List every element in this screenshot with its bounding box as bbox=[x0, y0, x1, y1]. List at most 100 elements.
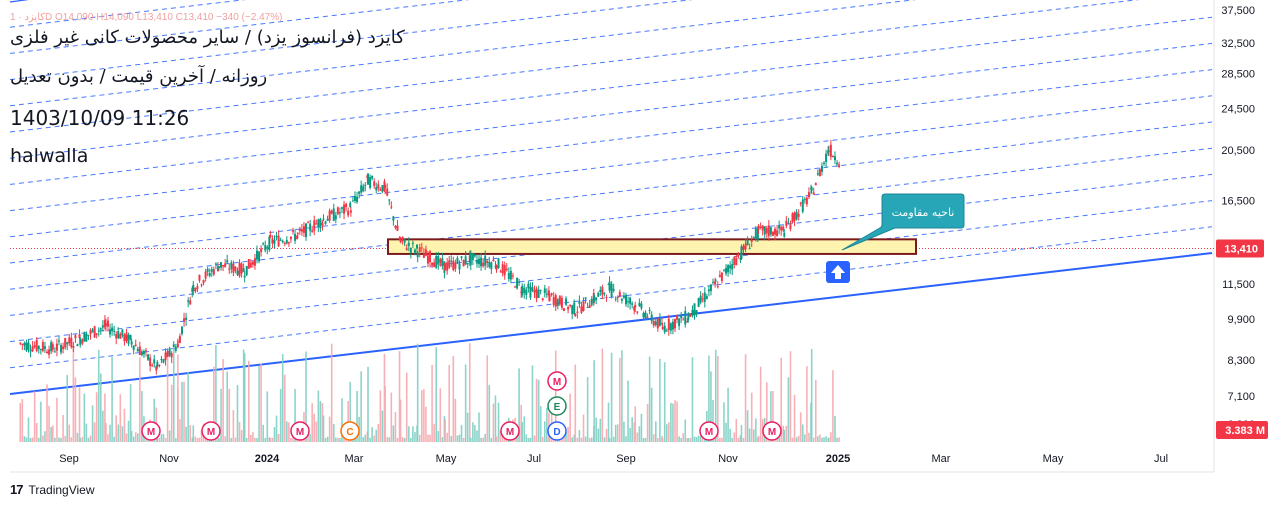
volume-bar bbox=[605, 428, 608, 442]
candle-body bbox=[117, 331, 120, 339]
volume-bar bbox=[599, 418, 602, 442]
volume-bar bbox=[160, 434, 163, 442]
candle-body bbox=[486, 261, 489, 263]
candle-body bbox=[416, 252, 419, 258]
volume-bar bbox=[759, 366, 762, 442]
candle-body bbox=[456, 257, 459, 264]
candle-body bbox=[750, 239, 753, 242]
volume-bar bbox=[488, 385, 491, 442]
candle-body bbox=[300, 229, 303, 232]
candle-body bbox=[812, 192, 815, 195]
candle-body bbox=[99, 328, 102, 330]
tradingview-branding[interactable]: 17 TradingView bbox=[10, 482, 95, 497]
candle-body bbox=[260, 248, 263, 253]
volume-bar bbox=[735, 418, 738, 442]
volume-bar bbox=[220, 388, 222, 442]
volume-bar bbox=[279, 389, 282, 442]
candle-body bbox=[336, 207, 339, 215]
volume-bar bbox=[27, 417, 30, 442]
volume-bar bbox=[410, 437, 412, 442]
candle-body bbox=[505, 268, 508, 271]
candle-body bbox=[644, 312, 647, 319]
volume-bar bbox=[283, 374, 286, 442]
candle-body bbox=[104, 323, 107, 327]
volume-bar bbox=[490, 437, 493, 442]
volume-bar bbox=[107, 434, 109, 442]
candle-body bbox=[446, 262, 449, 271]
candle-body bbox=[340, 207, 343, 209]
volume-bar bbox=[72, 348, 75, 442]
candle-body bbox=[253, 258, 256, 266]
candle-body bbox=[642, 313, 645, 318]
candle-body bbox=[516, 277, 519, 289]
candle-body bbox=[778, 224, 781, 229]
volume-bar bbox=[799, 412, 802, 442]
volume-bar bbox=[64, 435, 66, 442]
candle-body bbox=[836, 162, 839, 165]
volume-bar bbox=[266, 391, 269, 442]
candle-body bbox=[269, 235, 272, 238]
candle-body bbox=[93, 326, 96, 338]
volume-bar bbox=[185, 426, 187, 442]
volume-bar bbox=[612, 436, 615, 442]
volume-bar bbox=[375, 429, 378, 442]
candle-body bbox=[673, 319, 676, 329]
candle-body bbox=[349, 202, 352, 207]
candle-body bbox=[759, 226, 762, 228]
candle-body bbox=[460, 256, 463, 258]
volume-bar bbox=[785, 425, 788, 442]
candle-body bbox=[818, 169, 821, 177]
candle-body bbox=[111, 327, 114, 332]
candle-body bbox=[754, 228, 757, 240]
candle-body bbox=[831, 155, 834, 158]
volume-bar bbox=[271, 437, 274, 442]
candle-body bbox=[70, 337, 73, 348]
candle-body bbox=[326, 219, 329, 221]
volume-bar bbox=[636, 432, 639, 442]
volume-bar bbox=[33, 391, 36, 442]
candle-body bbox=[377, 184, 380, 189]
event-marker-m: M bbox=[547, 371, 567, 391]
candle-body bbox=[571, 305, 574, 315]
candle-body bbox=[57, 340, 60, 342]
candle-body bbox=[317, 219, 320, 228]
candle-body bbox=[521, 285, 524, 296]
candle-body bbox=[774, 228, 777, 235]
candle-body bbox=[480, 257, 483, 267]
candle-body bbox=[51, 344, 54, 350]
volume-bar bbox=[668, 422, 670, 442]
candle-body bbox=[162, 359, 165, 363]
event-marker-m: M bbox=[290, 421, 310, 441]
volume-bar bbox=[597, 428, 600, 442]
volume-bar bbox=[450, 436, 453, 442]
volume-bar bbox=[134, 432, 137, 442]
volume-bar bbox=[578, 429, 581, 442]
candle-body bbox=[132, 345, 135, 350]
candle-body bbox=[727, 264, 730, 273]
price-tick-label: 9,900 bbox=[1227, 314, 1255, 326]
candle-body bbox=[422, 253, 425, 258]
volume-bar bbox=[277, 434, 280, 442]
candle-body bbox=[714, 280, 717, 282]
volume-bar bbox=[580, 437, 583, 442]
chart-title: کایزد (فرانسوز یزد) / سایر محصولات کانی … bbox=[10, 27, 405, 48]
candle-body bbox=[801, 199, 804, 212]
candle-body bbox=[576, 311, 579, 313]
event-marker-label: D bbox=[553, 427, 560, 438]
volume-bar bbox=[446, 432, 448, 442]
candle-body bbox=[76, 344, 79, 347]
volume-bar bbox=[93, 422, 96, 442]
candle-body bbox=[236, 270, 239, 275]
volume-bar bbox=[109, 424, 111, 442]
candle-body bbox=[431, 262, 434, 265]
candle-body bbox=[178, 336, 181, 344]
candle-body bbox=[183, 318, 186, 322]
candle-body bbox=[220, 262, 223, 268]
candle-body bbox=[667, 318, 670, 331]
candle-body bbox=[595, 297, 598, 301]
candle-body bbox=[66, 342, 69, 345]
volume-bar bbox=[288, 422, 290, 442]
candle-body bbox=[119, 334, 122, 339]
candle-body bbox=[89, 330, 92, 335]
candle-body bbox=[776, 230, 779, 237]
